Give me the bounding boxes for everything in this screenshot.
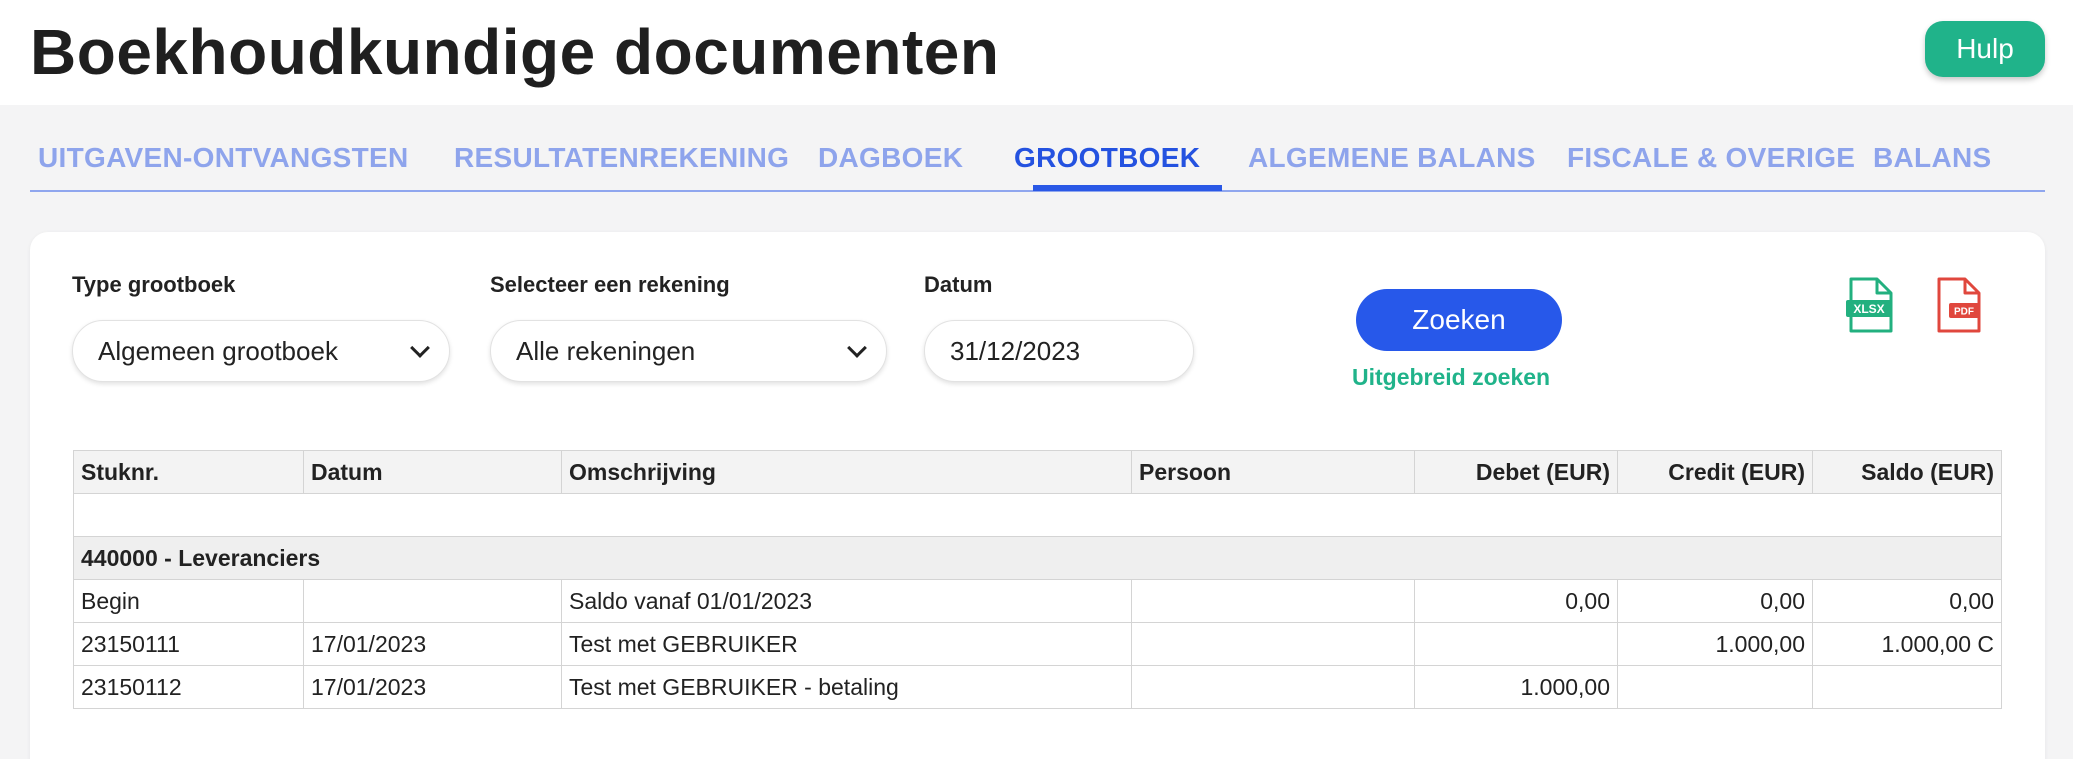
tab-uitgaven-ontvangsten[interactable]: UITGAVEN-ONTVANGSTEN (38, 142, 409, 190)
cell-omschrijving: Saldo vanaf 01/01/2023 (561, 579, 1132, 623)
tab-bar: UITGAVEN-ONTVANGSTEN RESULTATENREKENING … (30, 130, 2045, 192)
search-button[interactable]: Zoeken (1356, 289, 1562, 351)
cell-credit (1617, 665, 1813, 709)
ledger-card: Type grootboek Algemeen grootboek Select… (30, 232, 2045, 759)
date-label: Datum (924, 272, 993, 297)
account-label: Selecteer een rekening (490, 272, 730, 297)
date-value: 31/12/2023 (950, 336, 1081, 366)
cell-stuknr: Begin (73, 579, 304, 623)
ledger-table: Stuknr. Datum Omschrijving Persoon Debet… (73, 450, 2002, 709)
table-row: Begin Saldo vanaf 01/01/2023 0,00 0,00 0… (73, 579, 2002, 623)
cell-persoon (1131, 579, 1415, 623)
cell-stuknr: 23150111 (73, 622, 304, 666)
col-header-debet[interactable]: Debet (EUR) (1414, 450, 1618, 494)
table-group-row: 440000 - Leveranciers (73, 536, 2002, 580)
tab-dagboek[interactable]: DAGBOEK (818, 142, 963, 190)
table-row: 23150111 17/01/2023 Test met GEBRUIKER 1… (73, 622, 2002, 666)
table-spacer-row (73, 493, 2002, 537)
tab-balans[interactable]: BALANS (1873, 142, 1991, 190)
xlsx-icon-label: XLSX (1853, 302, 1884, 316)
cell-debet: 1.000,00 (1414, 665, 1618, 709)
cell-saldo: 0,00 (1812, 579, 2002, 623)
tab-grootboek[interactable]: GROOTBOEK (1014, 142, 1200, 190)
chevron-down-icon (847, 338, 867, 358)
cell-debet: 0,00 (1414, 579, 1618, 623)
active-tab-indicator (1033, 185, 1222, 191)
col-header-saldo[interactable]: Saldo (EUR) (1812, 450, 2002, 494)
cell-persoon (1131, 665, 1415, 709)
cell-credit: 0,00 (1617, 579, 1813, 623)
account-select[interactable]: Alle rekeningen (490, 320, 887, 382)
cell-saldo: 1.000,00 C (1812, 622, 2002, 666)
table-row: 23150112 17/01/2023 Test met GEBRUIKER -… (73, 665, 2002, 709)
cell-debet (1414, 622, 1618, 666)
help-button[interactable]: Hulp (1925, 21, 2045, 77)
cell-omschrijving: Test met GEBRUIKER (561, 622, 1132, 666)
pdf-file-icon: PDF (1937, 277, 1981, 333)
cell-datum: 17/01/2023 (303, 622, 562, 666)
table-header-row: Stuknr. Datum Omschrijving Persoon Debet… (73, 450, 2002, 494)
page-title: Boekhoudkundige documenten (30, 16, 1000, 88)
pdf-icon-label: PDF (1954, 307, 1974, 318)
spacer-cell (73, 493, 2002, 537)
tab-resultatenrekening[interactable]: RESULTATENREKENING (454, 142, 789, 190)
cell-stuknr: 23150112 (73, 665, 304, 709)
cell-datum: 17/01/2023 (303, 665, 562, 709)
col-header-datum[interactable]: Datum (303, 450, 562, 494)
col-header-persoon[interactable]: Persoon (1131, 450, 1415, 494)
cell-datum (303, 579, 562, 623)
chevron-down-icon (410, 338, 430, 358)
col-header-stuknr[interactable]: Stuknr. (73, 450, 304, 494)
type-ledger-value: Algemeen grootboek (98, 336, 338, 366)
xlsx-export-button[interactable]: XLSX (1845, 276, 1895, 334)
cell-omschrijving: Test met GEBRUIKER - betaling (561, 665, 1132, 709)
xlsx-file-icon: XLSX (1846, 277, 1893, 333)
account-value: Alle rekeningen (516, 336, 696, 366)
col-header-omschrijving[interactable]: Omschrijving (561, 450, 1132, 494)
type-ledger-select[interactable]: Algemeen grootboek (72, 320, 450, 382)
group-label: 440000 - Leveranciers (73, 536, 2002, 580)
type-ledger-label: Type grootboek (72, 272, 236, 297)
tab-algemene-balans[interactable]: ALGEMENE BALANS (1248, 142, 1536, 190)
cell-persoon (1131, 622, 1415, 666)
cell-saldo (1812, 665, 2002, 709)
cell-credit: 1.000,00 (1617, 622, 1813, 666)
pdf-export-button[interactable]: PDF (1935, 276, 1985, 334)
col-header-credit[interactable]: Credit (EUR) (1617, 450, 1813, 494)
top-bar: Boekhoudkundige documenten Hulp (0, 0, 2073, 105)
tab-fiscale-overige[interactable]: FISCALE & OVERIGE (1567, 142, 1855, 190)
date-input[interactable]: 31/12/2023 (924, 320, 1194, 382)
advanced-search-link[interactable]: Uitgebreid zoeken (1352, 364, 1550, 391)
